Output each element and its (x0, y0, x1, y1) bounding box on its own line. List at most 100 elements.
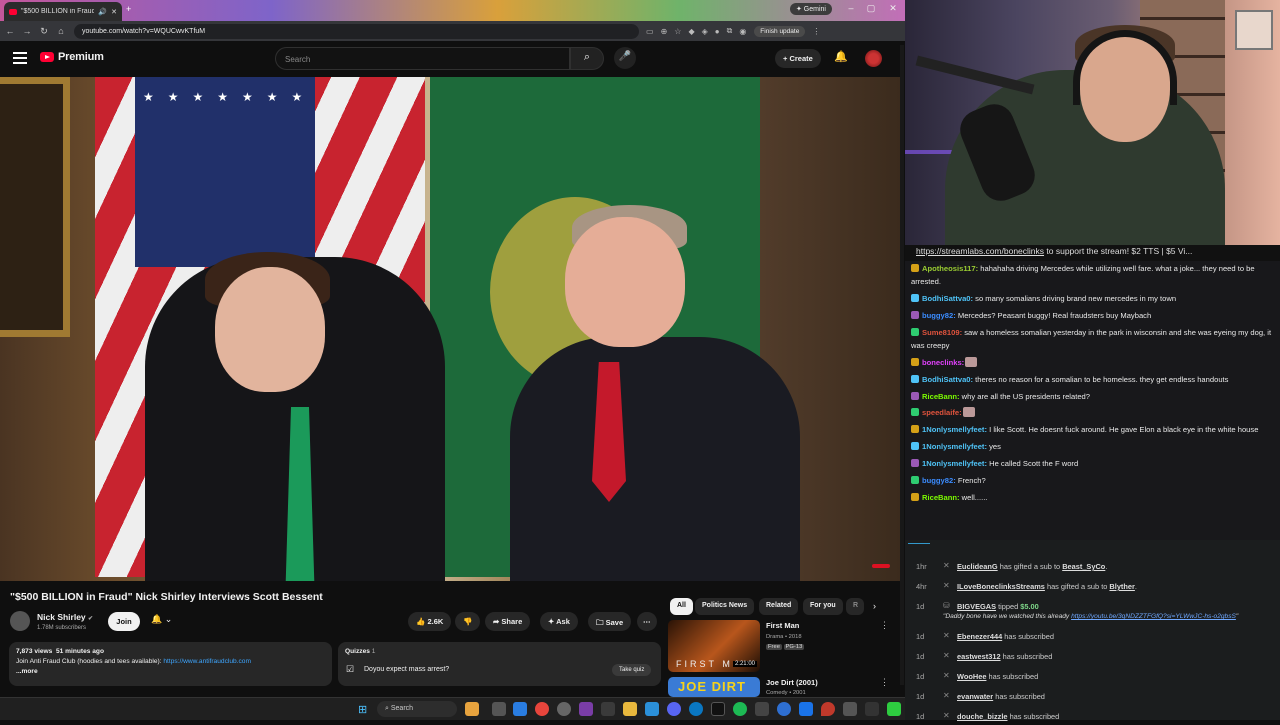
app-icon[interactable] (601, 702, 615, 716)
chevron-right-icon[interactable]: › (873, 601, 876, 611)
event-username[interactable]: ILoveBoneclinksStreams (957, 582, 1045, 591)
chat-username[interactable]: BodhiSattva0: (922, 294, 973, 303)
youtube-logo[interactable]: Premium (40, 51, 104, 63)
app-icon[interactable] (865, 702, 879, 716)
related-title[interactable]: First Man (766, 621, 799, 630)
event-username[interactable]: WooHee (957, 672, 986, 681)
chat-username[interactable]: RiceBann: (922, 392, 960, 401)
app-icon[interactable] (755, 702, 769, 716)
app-icon[interactable] (887, 702, 901, 716)
chat-username[interactable]: RiceBann: (922, 493, 960, 502)
page-scrollbar[interactable] (900, 45, 904, 685)
tab-close-icon[interactable]: ✕ (111, 8, 117, 16)
app-icon[interactable] (799, 702, 813, 716)
channel-name[interactable]: Nick Shirley ✔ (37, 612, 93, 622)
search-input[interactable]: Search (275, 47, 570, 70)
chip-politics-news[interactable]: Politics News (695, 598, 755, 615)
extension-icon[interactable]: ◆ (688, 27, 694, 36)
back-icon[interactable]: ← (3, 26, 17, 36)
search-icon[interactable]: ⌕ (570, 47, 604, 70)
video-player[interactable]: ★★★★★★★★★★★★★★★★★★★★★★★★★★★★★★★★★★★★ (0, 77, 900, 581)
cast-icon[interactable]: ▭ (646, 27, 654, 36)
chat-username[interactable]: 1Nonlysmellyfeet: (922, 459, 987, 468)
description-box[interactable]: 7,873 views 51 minutes ago Join Anti Fra… (9, 642, 332, 686)
related-menu-icon[interactable]: ⋮ (880, 677, 889, 688)
app-icon[interactable] (557, 702, 571, 716)
obs-icon[interactable] (579, 702, 593, 716)
chip-for-you[interactable]: For you (803, 598, 843, 615)
profile-icon[interactable]: ◉ (739, 27, 746, 36)
puzzle-icon[interactable]: ⧉ (727, 26, 733, 36)
description-link[interactable]: https://www.antifraudclub.com (163, 658, 251, 665)
taskbar-search[interactable]: ⌕ Search (377, 701, 457, 717)
create-button[interactable]: + Create (775, 49, 821, 68)
app-icon[interactable] (645, 702, 659, 716)
chat-username[interactable]: Sume8109: (922, 328, 962, 337)
join-button[interactable]: Join (108, 612, 140, 631)
related-thumbnail[interactable]: JOE DIRT (668, 677, 760, 697)
browser-tab[interactable]: "$500 BILLION in Fraud" N... 🔊 ✕ (4, 2, 122, 21)
dislike-button[interactable]: 👎 (455, 612, 481, 631)
take-quiz-button[interactable]: Take quiz (612, 664, 652, 676)
chip-related[interactable]: Related (759, 598, 799, 615)
chat-username[interactable]: boneclinks: (922, 358, 964, 367)
event-username[interactable]: Ebenezer444 (957, 632, 1002, 641)
maximize-icon[interactable]: ▢ (863, 3, 879, 14)
event-username[interactable]: eastwest312 (957, 652, 1001, 661)
edge-icon[interactable] (513, 702, 527, 716)
zoom-icon[interactable]: ⊕ (661, 27, 668, 36)
windows-start-icon[interactable]: ⊞ (358, 703, 367, 716)
app-icon[interactable] (843, 702, 857, 716)
maps-icon[interactable] (821, 702, 835, 716)
chip-more[interactable]: R (846, 598, 864, 615)
hamburger-menu-icon[interactable] (13, 52, 27, 67)
microphone-icon[interactable]: 🎤 (614, 47, 636, 69)
avatar[interactable] (865, 50, 882, 67)
file-explorer-icon[interactable] (623, 702, 637, 716)
chip-all[interactable]: All (670, 598, 693, 615)
chat-username[interactable]: speedlaife: (922, 408, 962, 417)
chat-username[interactable]: 1Nonlysmellyfeet: (922, 425, 987, 434)
app-icon[interactable] (689, 702, 703, 716)
chat-username[interactable]: Apotheosis117: (922, 264, 978, 273)
discord-icon[interactable] (667, 702, 681, 716)
event-target[interactable]: Beast_SyCo (1062, 562, 1105, 571)
ask-button[interactable]: ✦ Ask (540, 612, 578, 631)
tiktok-icon[interactable] (711, 702, 725, 716)
event-username[interactable]: evanwater (957, 692, 993, 701)
more-actions-icon[interactable]: ⋯ (637, 612, 657, 631)
url-field[interactable]: youtube.com/watch?v=WQUCwvKTfuM (74, 23, 639, 39)
new-tab-icon[interactable]: + (126, 4, 131, 14)
close-window-icon[interactable]: ✕ (885, 3, 901, 14)
save-button[interactable]: 🗀 Save (588, 612, 632, 631)
menu-dots-icon[interactable]: ⋮ (812, 27, 820, 36)
subscription-bell-icon[interactable]: 🔔 ⌄ (151, 614, 172, 625)
widget-icon[interactable] (465, 702, 479, 716)
share-button[interactable]: ➦ Share (485, 612, 531, 631)
event-username[interactable]: BIGVEGAS (957, 602, 996, 611)
extension-icon[interactable]: ● (715, 27, 720, 36)
app-icon[interactable] (777, 702, 791, 716)
chat-username[interactable]: buggy82: (922, 311, 956, 320)
tab-audio-icon[interactable]: 🔊 (98, 8, 107, 16)
show-more-link[interactable]: ...more (16, 667, 325, 677)
channel-avatar[interactable] (10, 611, 30, 631)
chat-username[interactable]: 1Nonlysmellyfeet: (922, 442, 987, 451)
finish-update-button[interactable]: Finish update (754, 25, 806, 37)
tip-link[interactable]: https://youtu.be/3qNDZZTFGfQ?si=YLWwJC-h… (1071, 613, 1236, 620)
chat-username[interactable]: buggy82: (922, 476, 956, 485)
ticker-link[interactable]: https://streamlabs.com/boneclinks (916, 246, 1044, 256)
chat-username[interactable]: BodhiSattva0: (922, 375, 973, 384)
reload-icon[interactable]: ↻ (37, 26, 51, 37)
extension-icon[interactable]: ◈ (702, 27, 708, 36)
chrome-icon[interactable] (535, 702, 549, 716)
related-title[interactable]: Joe Dirt (2001) (766, 678, 818, 687)
notifications-bell-icon[interactable]: 🔔 (834, 50, 848, 63)
gemini-button[interactable]: ✦ Gemini (790, 3, 832, 15)
forward-icon[interactable]: → (20, 26, 34, 36)
minimize-icon[interactable]: – (843, 3, 859, 13)
home-icon[interactable]: ⌂ (54, 26, 68, 36)
related-thumbnail[interactable]: FIRST M 2:21:00 (668, 620, 760, 672)
like-button[interactable]: 👍 2.6K (408, 612, 452, 631)
task-view-icon[interactable] (492, 702, 506, 716)
